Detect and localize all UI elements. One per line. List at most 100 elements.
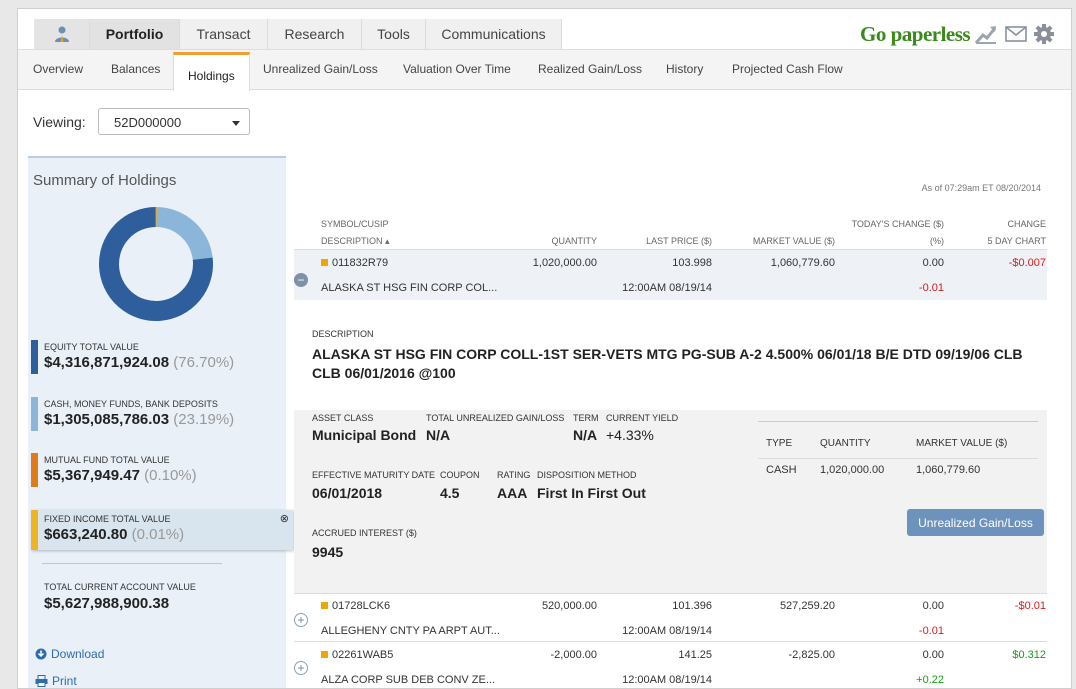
accrued-interest-label: ACCRUED INTEREST ($) — [312, 528, 417, 538]
row-description: ALZA CORP SUB DEB CONV ZE... — [321, 674, 496, 686]
legend-cash[interactable]: CASH, MONEY FUNDS, BANK DEPOSITS $1,305,… — [31, 397, 293, 441]
header-todays-change[interactable]: TODAY'S CHANGE ($) — [852, 219, 944, 229]
row-last-price: 141.25 — [678, 649, 712, 661]
legend-percent: (0.01%) — [131, 526, 185, 543]
row-price-time: 12:00AM 08/19/14 — [622, 625, 712, 637]
rating-value: AAA — [497, 485, 528, 501]
asset-class-label: ASSET CLASS — [312, 413, 374, 423]
tab-communications[interactable]: Communications — [426, 19, 562, 49]
app-frame: Portfolio Transact Research Tools Commun… — [17, 8, 1072, 689]
legend-color-bar — [31, 340, 38, 374]
download-icon — [35, 648, 47, 660]
lot-header-quantity: QUANTITY — [820, 438, 871, 449]
row-change-pct: +0.22 — [916, 674, 944, 686]
row-description: ALLEGHENY CNTY PA ARPT AUT... — [321, 625, 500, 637]
header-symbol[interactable]: SYMBOL/CUSIP — [321, 219, 389, 229]
subtab-valuation-over-time[interactable]: Valuation Over Time — [403, 62, 511, 76]
subtab-overview[interactable]: Overview — [33, 62, 83, 76]
fixed-income-marker — [321, 602, 328, 609]
print-link[interactable]: Print — [35, 674, 77, 688]
row-symbol[interactable]: 011832R79 — [321, 257, 388, 269]
row-quantity: 1,020,000.00 — [532, 257, 597, 269]
holding-detail-panel: DESCRIPTION ALASKA ST HSG FIN CORP COLL-… — [294, 315, 1047, 593]
donut-slice-cash[interactable] — [155, 207, 213, 261]
expand-row-plus-icon[interactable]: + — [294, 661, 308, 675]
printer-icon — [35, 675, 48, 687]
subtab-unrealized-gain-loss[interactable]: Unrealized Gain/Loss — [263, 62, 378, 76]
trend-chart-icon[interactable] — [974, 23, 998, 45]
mail-icon[interactable] — [1004, 23, 1028, 45]
legend-color-bar — [31, 397, 38, 431]
legend-amount: $4,316,871,924.08 — [44, 354, 170, 371]
legend-value: $663,240.80 (0.01%) — [44, 526, 184, 543]
header-last-price[interactable]: LAST PRICE ($) — [646, 236, 712, 246]
subtab-realized-gain-loss[interactable]: Realized Gain/Loss — [538, 62, 642, 76]
tab-tools[interactable]: Tools — [362, 19, 426, 49]
expand-row-plus-icon[interactable]: + — [294, 613, 308, 627]
allocation-donut-chart — [99, 207, 213, 321]
account-select[interactable]: 52D000000 — [98, 108, 250, 135]
tab-profile[interactable] — [34, 19, 90, 49]
legend-value: $5,367,949.47 (0.10%) — [44, 467, 197, 484]
header-change[interactable]: CHANGE — [1007, 219, 1046, 229]
row-symbol[interactable]: 02261WAB5 — [321, 649, 393, 661]
legend-mutual-fund[interactable]: MUTUAL FUND TOTAL VALUE $5,367,949.47 (0… — [31, 453, 293, 497]
subtab-balances[interactable]: Balances — [111, 62, 160, 76]
fixed-income-marker — [321, 259, 328, 266]
header-todays-change-pct[interactable]: (%) — [930, 236, 944, 246]
legend-percent: (76.70%) — [173, 354, 235, 371]
unrealized-label: TOTAL UNREALIZED GAIN/LOSS — [426, 413, 565, 423]
row-price-time: 12:00AM 08/19/14 — [622, 282, 712, 294]
summary-title: Summary of Holdings — [33, 172, 177, 189]
detail-description-label: DESCRIPTION — [312, 329, 374, 339]
row-quantity: 520,000.00 — [541, 600, 597, 612]
legend-fixed-income[interactable]: FIXED INCOME TOTAL VALUE $663,240.80 (0.… — [31, 510, 293, 550]
sub-nav: Overview Balances Holdings Unrealized Ga… — [18, 49, 1071, 91]
collapse-row-minus-icon[interactable]: − — [294, 273, 308, 287]
as-of-timestamp: As of 07:29am ET 08/20/2014 — [921, 183, 1041, 193]
row-symbol[interactable]: 01728LCK6 — [321, 600, 390, 612]
gear-icon[interactable] — [1032, 23, 1056, 45]
accrued-interest-value: 9945 — [312, 544, 344, 560]
clear-selection-close-icon[interactable]: ⊗ — [280, 512, 289, 525]
legend-percent: (0.10%) — [144, 467, 197, 484]
row-five-day: -$0.007 — [1008, 257, 1046, 269]
row-market-value: -2,825.00 — [788, 649, 835, 661]
chevron-down-icon — [232, 121, 240, 126]
tab-research[interactable]: Research — [268, 19, 362, 49]
subtab-history[interactable]: History — [666, 62, 703, 76]
lot-market-value: 1,060,779.60 — [916, 464, 981, 476]
row-market-value: 1,060,779.60 — [770, 257, 835, 269]
lot-quantity: 1,020,000.00 — [820, 464, 885, 476]
row-change: 0.00 — [922, 257, 944, 269]
header-quantity[interactable]: QUANTITY — [551, 236, 597, 246]
download-label: Download — [51, 647, 105, 661]
row-last-price: 103.998 — [672, 257, 712, 269]
total-value-label: TOTAL CURRENT ACCOUNT VALUE — [44, 582, 196, 592]
download-link[interactable]: Download — [35, 647, 104, 661]
tab-transact[interactable]: Transact — [180, 19, 268, 49]
subtab-holdings[interactable]: Holdings — [173, 52, 250, 91]
lot-header-type: TYPE — [766, 438, 793, 449]
maturity-value: 06/01/2018 — [312, 485, 383, 501]
go-paperless-link[interactable]: Go paperless — [860, 22, 971, 47]
header-description[interactable]: DESCRIPTION ▴ — [321, 236, 390, 247]
account-select-value: 52D000000 — [114, 115, 182, 130]
row-symbol-text: 01728LCK6 — [332, 600, 391, 612]
asset-class-value: Municipal Bond — [312, 427, 417, 443]
subtab-projected-cash-flow[interactable]: Projected Cash Flow — [732, 62, 843, 76]
disposition-value: First In First Out — [537, 485, 646, 501]
row-symbol-text: 02261WAB5 — [332, 649, 394, 661]
header-five-day-chart[interactable]: 5 DAY CHART — [987, 236, 1046, 246]
unrealized-gain-loss-button[interactable]: Unrealized Gain/Loss — [907, 509, 1044, 536]
current-yield-label: CURRENT YIELD — [606, 413, 679, 423]
term-value: N/A — [573, 427, 598, 443]
header-market-value[interactable]: MARKET VALUE ($) — [753, 236, 835, 246]
row-change-pct: -0.01 — [918, 282, 944, 294]
row-five-day: $0.312 — [1012, 649, 1046, 661]
legend-equity[interactable]: EQUITY TOTAL VALUE $4,316,871,924.08 (76… — [31, 340, 293, 384]
tab-portfolio[interactable]: Portfolio — [90, 19, 180, 49]
legend-amount: $1,305,085,786.03 — [44, 411, 170, 428]
row-change: 0.00 — [922, 600, 944, 612]
lot-header-market-value: MARKET VALUE ($) — [916, 438, 1008, 449]
